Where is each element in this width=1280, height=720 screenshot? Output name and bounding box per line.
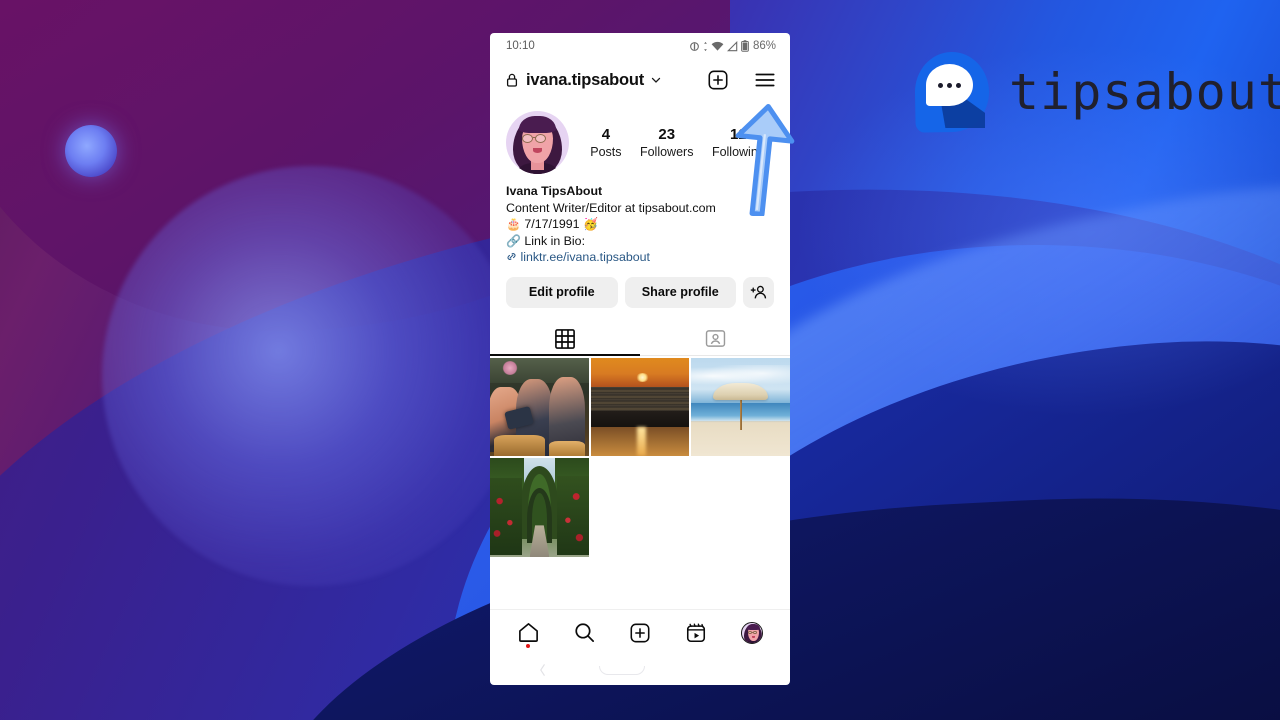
battery-percent: 86%	[752, 40, 776, 52]
wallpaper-small-sphere	[65, 125, 117, 177]
avatar-glasses-left	[522, 134, 533, 143]
stat-posts-label: Posts	[590, 145, 622, 160]
grid-post-2[interactable]	[590, 357, 690, 457]
post-image-sunset	[590, 357, 690, 457]
speech-bubble-icon	[914, 51, 990, 133]
reels-icon	[686, 623, 706, 642]
lock-icon	[506, 73, 518, 87]
avatar-hair-top	[519, 116, 556, 133]
share-profile-button[interactable]: Share profile	[624, 276, 736, 308]
bio-link-url[interactable]: linktr.ee/ivana.tipsabout	[520, 250, 650, 264]
tagged-person-icon	[705, 330, 725, 347]
link-icon	[507, 253, 516, 260]
grid-post-4[interactable]	[490, 458, 589, 557]
stat-followers[interactable]: 23 Followers	[640, 126, 694, 159]
bio-link-label: Link in Bio:	[524, 233, 586, 248]
add-person-icon	[750, 285, 767, 298]
stat-followers-value: 23	[658, 125, 676, 143]
link-emoji-icon: 🔗	[506, 233, 521, 248]
profile-avatar-image	[506, 111, 569, 174]
signal-icon	[726, 40, 738, 51]
plus-square-icon	[630, 623, 650, 642]
nav-search[interactable]	[564, 613, 604, 653]
home-notification-badge	[526, 643, 530, 648]
bio-link-line[interactable]: linktr.ee/ivana.tipsabout	[506, 249, 774, 266]
profile-avatar-icon	[741, 621, 763, 644]
system-gesture-bar	[490, 655, 790, 685]
tipsabout-logo: tipsabout	[914, 51, 1280, 133]
logo-bubble	[926, 64, 973, 106]
post-image-friends	[490, 357, 589, 457]
wifi-icon	[711, 41, 724, 51]
battery-icon	[741, 40, 749, 52]
header-username[interactable]: ivana.tipsabout	[526, 71, 644, 90]
grid-post-1[interactable]	[490, 357, 589, 457]
avatar[interactable]	[506, 111, 569, 174]
grid-icon	[555, 328, 575, 349]
logo-dot-3	[956, 82, 961, 88]
post-image-beach-umbrella	[691, 357, 790, 457]
bio-birthday: 7/17/1991	[524, 217, 580, 231]
home-icon	[518, 623, 538, 642]
grid-post-3[interactable]	[691, 357, 790, 457]
chevron-left-icon[interactable]	[538, 663, 547, 677]
bio-link-label-line: 🔗 Link in Bio:	[506, 233, 774, 250]
nav-home[interactable]	[508, 613, 548, 653]
stat-posts-value: 4	[601, 125, 611, 143]
logo-dot-1	[938, 82, 943, 88]
wallpaper-large-sphere	[102, 165, 523, 586]
bio-birthday-line: 🎂 7/17/1991 🥳	[506, 216, 774, 233]
stat-posts[interactable]: 4 Posts	[590, 126, 621, 159]
search-icon	[574, 623, 594, 642]
post-grid	[490, 356, 790, 557]
plus-square-icon[interactable]	[707, 69, 729, 91]
app-header: ivana.tipsabout	[490, 59, 790, 101]
bottom-navigation-bar	[490, 609, 790, 655]
home-pill-icon[interactable]	[598, 665, 645, 675]
stat-followers-label: Followers	[639, 145, 694, 160]
hamburger-menu-icon[interactable]	[754, 70, 776, 90]
add-person-button[interactable]	[743, 276, 774, 308]
brand-wordmark: tipsabout	[1009, 63, 1280, 121]
vibrate-icon	[690, 41, 699, 51]
logo-dot-2	[947, 82, 952, 88]
profile-action-buttons: Edit profile Share profile	[490, 266, 790, 308]
party-face-emoji-icon: 🥳	[582, 217, 598, 231]
nav-create[interactable]	[620, 613, 660, 653]
active-tab-underline	[490, 353, 640, 356]
cake-emoji-icon: 🎂	[506, 217, 521, 231]
sync-arrows-icon	[704, 41, 707, 51]
avatar-mouth	[533, 148, 542, 153]
edit-profile-button[interactable]: Edit profile	[506, 276, 618, 308]
post-image-rose-archway	[490, 458, 589, 557]
profile-tabs	[490, 323, 790, 356]
avatar-glasses-bridge	[533, 137, 536, 139]
nav-profile[interactable]	[732, 613, 772, 653]
chevron-down-icon[interactable]	[650, 74, 662, 86]
tab-grid[interactable]	[490, 323, 640, 355]
avatar-glasses-right	[535, 134, 546, 143]
nav-reels[interactable]	[676, 613, 716, 653]
up-arrow-icon	[735, 103, 795, 216]
tab-tagged[interactable]	[640, 323, 790, 355]
status-bar: 10:10 86%	[490, 33, 790, 59]
status-bar-time: 10:10	[506, 40, 535, 52]
status-bar-icons: 86%	[689, 40, 776, 52]
